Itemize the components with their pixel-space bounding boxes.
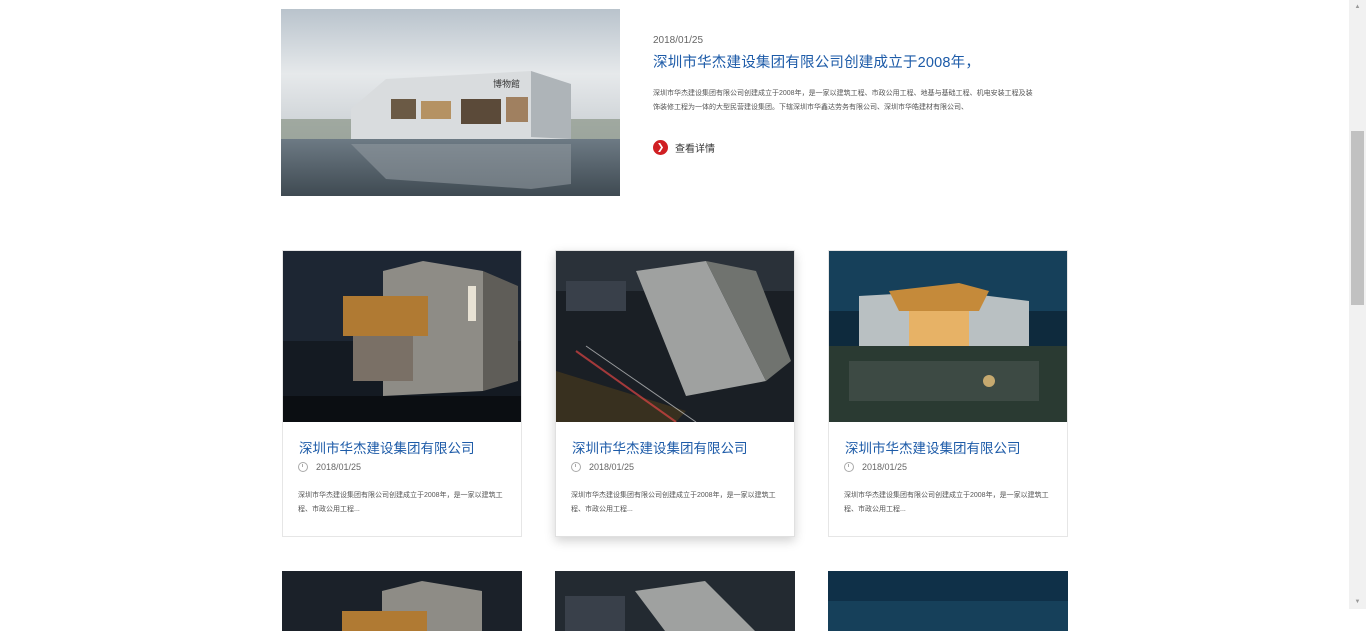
clock-icon — [844, 462, 854, 472]
night-city-building-photo — [555, 571, 795, 631]
card-title[interactable]: 深圳市华杰建设集团有限公司 — [845, 437, 1021, 457]
featured-image[interactable]: 博物館 — [281, 9, 620, 196]
scroll-up-arrow-icon[interactable]: ▲ — [1349, 0, 1366, 14]
news-card[interactable]: 深圳市华杰建设集团有限公司 2018/01/25 深圳市华杰建设集团有限公司创建… — [282, 250, 522, 537]
featured-description: 深圳市华杰建设集团有限公司创建成立于2008年，是一家以建筑工程、市政公用工程、… — [653, 90, 1033, 111]
featured-title[interactable]: 深圳市华杰建设集团有限公司创建成立于2008年， — [653, 51, 980, 72]
clock-icon — [298, 462, 308, 472]
card-date-row: 2018/01/25 — [298, 462, 361, 472]
news-card-next-row[interactable] — [282, 571, 522, 631]
night-building-photo — [282, 571, 522, 631]
card-image[interactable] — [556, 251, 794, 422]
card-date-row: 2018/01/25 — [571, 462, 634, 472]
night-building-photo — [283, 251, 521, 422]
news-card[interactable]: 深圳市华杰建设集团有限公司 2018/01/25 深圳市华杰建设集团有限公司创建… — [828, 250, 1068, 537]
card-date-row: 2018/01/25 — [844, 462, 907, 472]
museum-sign: 博物館 — [493, 78, 520, 90]
featured-date: 2018/01/25 — [653, 35, 704, 46]
view-details-label: 查看详情 — [675, 144, 715, 155]
news-card-next-row[interactable] — [828, 571, 1068, 631]
card-description: 深圳市华杰建设集团有限公司创建成立于2008年，是一家以建筑工程、市政公用工程.… — [298, 492, 503, 513]
museum-building-photo: 博物館 — [281, 9, 620, 196]
night-city-building-photo — [556, 251, 794, 422]
arrow-right-circle-icon: ❯ — [653, 140, 668, 155]
card-date: 2018/01/25 — [316, 462, 362, 472]
card-date: 2018/01/25 — [862, 462, 908, 472]
vertical-scrollbar[interactable]: ▲ ▼ — [1349, 0, 1366, 609]
card-title[interactable]: 深圳市华杰建设集团有限公司 — [572, 437, 748, 457]
view-details-link[interactable]: ❯ 查看详情 — [653, 140, 715, 155]
news-card[interactable]: 深圳市华杰建设集团有限公司 2018/01/25 深圳市华杰建设集团有限公司创建… — [555, 250, 795, 537]
scroll-down-arrow-icon[interactable]: ▼ — [1349, 595, 1366, 609]
card-date: 2018/01/25 — [589, 462, 635, 472]
card-image[interactable] — [829, 251, 1067, 422]
clock-icon — [571, 462, 581, 472]
scrollbar-thumb[interactable] — [1351, 131, 1364, 305]
card-description: 深圳市华杰建设集团有限公司创建成立于2008年，是一家以建筑工程、市政公用工程.… — [571, 492, 776, 513]
theater-building-photo — [828, 571, 1068, 631]
card-image[interactable] — [283, 251, 521, 422]
card-title[interactable]: 深圳市华杰建设集团有限公司 — [299, 437, 475, 457]
card-description: 深圳市华杰建设集团有限公司创建成立于2008年，是一家以建筑工程、市政公用工程.… — [844, 492, 1049, 513]
news-card-next-row[interactable] — [555, 571, 795, 631]
theater-building-photo — [829, 251, 1067, 422]
